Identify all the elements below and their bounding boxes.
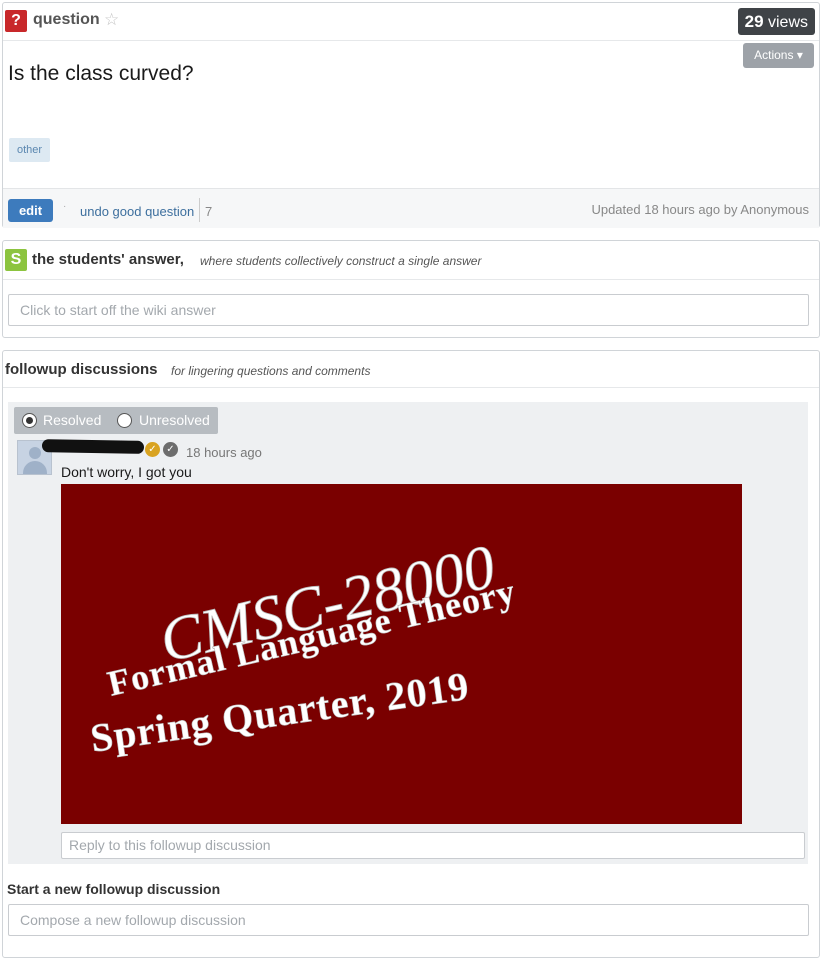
divider [199,198,200,222]
actions-dropdown[interactable]: Actions ▾ [743,43,814,68]
attached-image: CMSC-28000 Formal Language Theory Spring… [61,484,742,824]
edit-button[interactable]: edit [8,199,53,222]
avatar-body [23,461,47,474]
undo-good-question-link[interactable]: undo good question [80,204,194,219]
resolved-label[interactable]: Resolved [43,412,101,428]
resolved-radio[interactable] [22,413,37,428]
views-count: 29 [744,12,764,31]
endorsed-check-icon: ✓ [145,442,160,457]
verified-check-icon: ✓ [163,442,178,457]
question-header: ? question ☆ 29 views [3,3,819,41]
star-icon[interactable]: ☆ [104,10,119,30]
course-banner-graphic: CMSC-28000 Formal Language Theory Spring… [61,484,742,824]
folder-tag[interactable]: other [9,138,51,162]
followup-panel: followup discussions for lingering quest… [2,350,820,958]
reply-input[interactable]: Reply to this followup discussion [61,832,805,859]
avatar-head [29,447,41,459]
students-answer-title: the students' answer, [32,251,184,268]
question-footer: edit · undo good question 7 Updated 18 h… [3,188,819,228]
redacted-author-name [41,439,145,454]
unresolved-radio[interactable] [117,413,132,428]
followup-subtitle: for lingering questions and comments [171,364,371,378]
wiki-answer-input[interactable]: Click to start off the wiki answer [8,294,809,326]
views-label: views [767,14,808,31]
views-badge: 29 views [737,8,815,35]
divider [3,387,819,388]
followup-thread: Resolved Unresolved ✓ ✓ 18 hours ago Don… [8,402,808,864]
actions-label[interactable]: Actions [754,48,793,62]
followup-title: followup discussions [5,361,158,378]
good-question-count: 7 [205,204,213,219]
students-answer-panel: S the students' answer, where students c… [2,240,820,338]
question-panel: ? question ☆ 29 views Actions ▾ Is the c… [2,2,820,228]
separator-dot: · [63,201,67,212]
post-type-label: question [33,11,100,28]
new-followup-heading: Start a new followup discussion [7,881,221,897]
caret-down-icon: ▾ [796,48,803,62]
question-title: Is the class curved? [8,62,194,85]
updated-info: Updated 18 hours ago by Anonymous [591,202,809,217]
divider [3,279,819,280]
question-type-icon: ? [5,10,27,32]
compose-followup-input[interactable]: Compose a new followup discussion [8,904,809,936]
post-timestamp: 18 hours ago [186,445,262,460]
post-text: Don't worry, I got you [61,464,192,480]
resolve-toggle: Resolved Unresolved [14,407,218,434]
students-answer-subtitle: where students collectively construct a … [200,254,482,268]
students-answer-icon: S [5,249,27,271]
unresolved-label[interactable]: Unresolved [139,412,210,428]
